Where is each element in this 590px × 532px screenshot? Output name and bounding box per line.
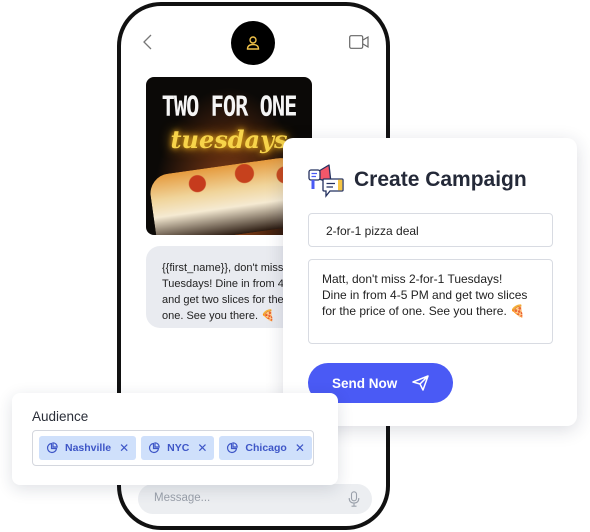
microphone-icon[interactable] bbox=[348, 491, 360, 507]
paper-plane-icon bbox=[412, 375, 429, 391]
promo-title: TWO FOR ONE bbox=[161, 91, 298, 124]
create-campaign-card: Create Campaign 2-for-1 pizza deal Matt,… bbox=[283, 138, 577, 426]
audience-tag-nyc[interactable]: NYC ✕ bbox=[141, 436, 215, 460]
remove-tag-icon[interactable]: ✕ bbox=[119, 441, 129, 455]
audience-card: Audience Nashville ✕ NYC ✕ Chicago ✕ bbox=[12, 393, 338, 485]
audience-label: Audience bbox=[32, 409, 89, 424]
audience-tags-input[interactable]: Nashville ✕ NYC ✕ Chicago ✕ bbox=[32, 430, 314, 466]
campaign-title: Create Campaign bbox=[354, 168, 527, 191]
tag-label: NYC bbox=[167, 442, 190, 454]
segment-pie-icon bbox=[227, 442, 239, 454]
tag-label: Chicago bbox=[245, 442, 287, 454]
megaphone-chat-icon bbox=[308, 164, 344, 198]
tag-label: Nashville bbox=[65, 442, 112, 454]
chat-header bbox=[121, 6, 386, 76]
remove-tag-icon[interactable]: ✕ bbox=[295, 441, 305, 455]
audience-tag-nashville[interactable]: Nashville ✕ bbox=[39, 436, 137, 460]
send-now-label: Send Now bbox=[332, 375, 398, 391]
campaign-name-input[interactable]: 2-for-1 pizza deal bbox=[308, 213, 553, 247]
video-camera-icon[interactable] bbox=[349, 35, 369, 49]
message-placeholder: Message... bbox=[154, 492, 211, 504]
remove-tag-icon[interactable]: ✕ bbox=[197, 441, 207, 455]
audience-tag-chicago[interactable]: Chicago ✕ bbox=[219, 436, 312, 460]
contact-avatar[interactable] bbox=[231, 21, 275, 65]
user-icon bbox=[246, 36, 260, 50]
segment-pie-icon bbox=[46, 442, 58, 454]
campaign-message-input[interactable]: Matt, don't miss 2-for-1 Tuesdays! Dine … bbox=[308, 259, 553, 344]
segment-pie-icon bbox=[149, 442, 160, 454]
message-input[interactable]: Message... bbox=[138, 484, 372, 514]
chevron-left-icon[interactable] bbox=[141, 34, 155, 50]
